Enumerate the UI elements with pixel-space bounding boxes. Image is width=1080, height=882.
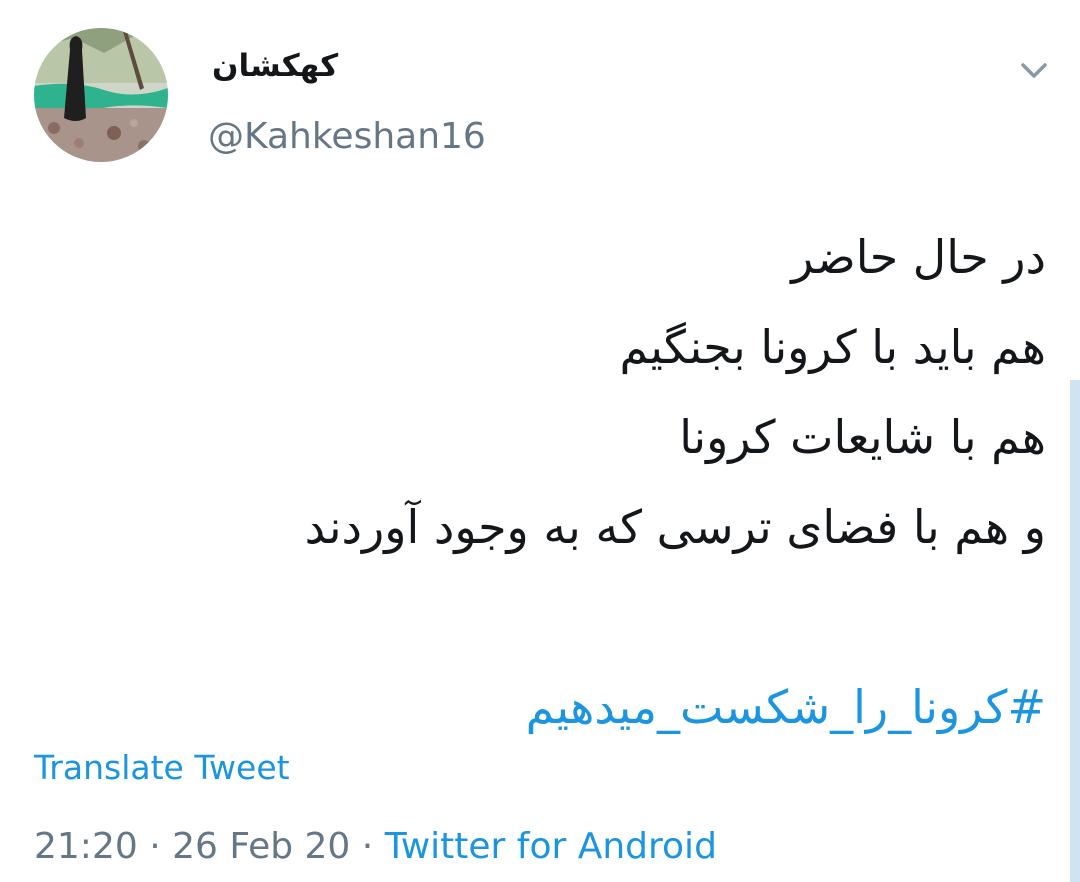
tweet-source-link[interactable]: Twitter for Android <box>385 826 717 867</box>
tweet-line: در حال حاضر <box>791 230 1046 284</box>
tweet-line: هم با شایعات کرونا <box>679 410 1046 464</box>
meta-separator: · <box>137 826 173 867</box>
tweet-line: هم باید با کرونا بجنگیم <box>619 320 1046 374</box>
hashtag-link[interactable]: #کرونا_را_شکست_میدهیم <box>166 662 1046 752</box>
tweet-text: در حال حاضر هم باید با کرونا بجنگیم هم ب… <box>166 212 1046 752</box>
chevron-down-icon[interactable] <box>1014 50 1054 90</box>
meta-separator: · <box>350 826 385 867</box>
tweet-date: 26 Feb 20 <box>172 826 351 867</box>
scroll-indicator <box>1070 380 1080 882</box>
tweet-meta: 21:20 · 26 Feb 20 · Twitter for Android <box>34 824 717 870</box>
translate-tweet-link[interactable]: Translate Tweet <box>34 746 290 790</box>
avatar[interactable] <box>34 28 168 162</box>
tweet-line: و هم با فضای ترسی که به وجود آوردند <box>304 500 1046 554</box>
user-handle[interactable]: @Kahkeshan16 <box>208 114 486 160</box>
tweet-time: 21:20 <box>34 826 138 867</box>
display-name[interactable]: کهکشان <box>212 44 352 88</box>
